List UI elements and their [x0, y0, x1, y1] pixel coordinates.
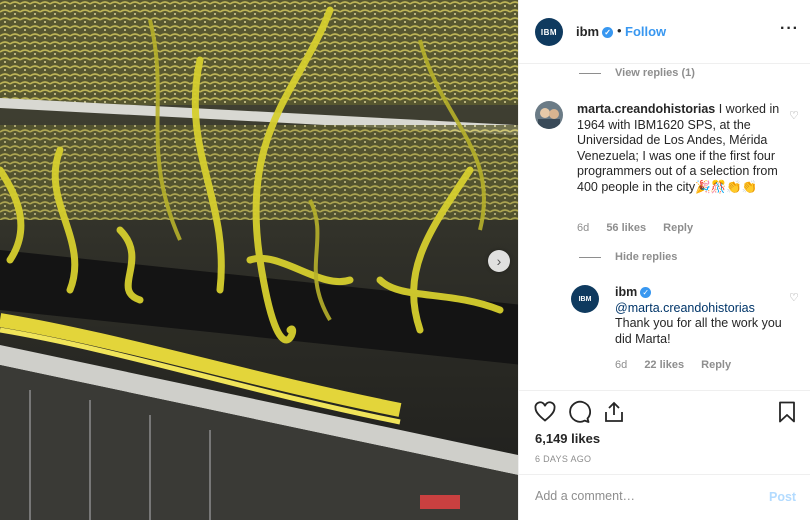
- reply-button[interactable]: Reply: [663, 222, 693, 234]
- comment-body: marta.creandohistorias I worked in 1964 …: [577, 102, 781, 195]
- follow-button[interactable]: Follow: [625, 24, 666, 39]
- mention-link[interactable]: @marta.creandohistorias: [615, 301, 755, 315]
- wiring-photo: [0, 0, 518, 520]
- author-username[interactable]: ibm ✓: [576, 24, 614, 39]
- verified-badge-icon: ✓: [640, 287, 652, 299]
- avatar[interactable]: IBM: [535, 18, 563, 46]
- reply-text: Thank you for all the work you did Marta…: [615, 316, 782, 346]
- comment-username[interactable]: marta.creandohistorias: [577, 102, 715, 116]
- post-header: IBM ibm ✓ • Follow ···: [519, 0, 810, 64]
- add-comment-bar: Post: [519, 474, 810, 520]
- chevron-right-icon: ›: [496, 253, 502, 269]
- carousel-next-button[interactable]: ›: [488, 250, 510, 272]
- comment-likes[interactable]: 56 likes: [606, 222, 646, 234]
- reply-body: ibm ✓ @marta.creandohistorias Thank you f…: [615, 285, 783, 347]
- hide-replies-button[interactable]: Hide replies: [579, 251, 677, 263]
- divider: [579, 256, 601, 258]
- more-options-icon[interactable]: ···: [780, 20, 799, 38]
- post-date: 6 DAYS AGO: [535, 454, 592, 464]
- heart-icon[interactable]: ♡: [789, 109, 799, 122]
- reply-likes[interactable]: 22 likes: [644, 359, 684, 371]
- share-icon[interactable]: [602, 400, 626, 424]
- comment-meta: 6d 56 likes Reply: [577, 222, 707, 234]
- verified-badge-icon: ✓: [602, 27, 614, 39]
- separator-dot: •: [617, 23, 622, 38]
- heart-icon[interactable]: ♡: [789, 291, 799, 304]
- post-detail-panel: IBM ibm ✓ • Follow ··· View replies (1) m…: [518, 0, 810, 520]
- avatar[interactable]: [535, 101, 563, 129]
- comment-icon[interactable]: [567, 400, 591, 424]
- post-image[interactable]: ›: [0, 0, 518, 520]
- likes-count[interactable]: 6,149 likes: [535, 431, 600, 446]
- divider: [579, 72, 601, 74]
- view-replies-button[interactable]: View replies (1): [579, 67, 695, 79]
- comment-input[interactable]: [535, 489, 755, 503]
- reply-age: 6d: [615, 359, 628, 371]
- heart-icon[interactable]: [533, 400, 557, 424]
- comment-age: 6d: [577, 222, 590, 234]
- reply-meta: 6d 22 likes Reply: [615, 359, 745, 371]
- commenter-photo: [535, 101, 563, 129]
- bookmark-icon[interactable]: [775, 400, 799, 424]
- avatar[interactable]: IBM: [571, 285, 599, 313]
- reply-username[interactable]: ibm: [615, 285, 637, 299]
- actions-divider: [519, 390, 810, 392]
- reply-button[interactable]: Reply: [701, 359, 731, 371]
- post-button[interactable]: Post: [769, 490, 796, 504]
